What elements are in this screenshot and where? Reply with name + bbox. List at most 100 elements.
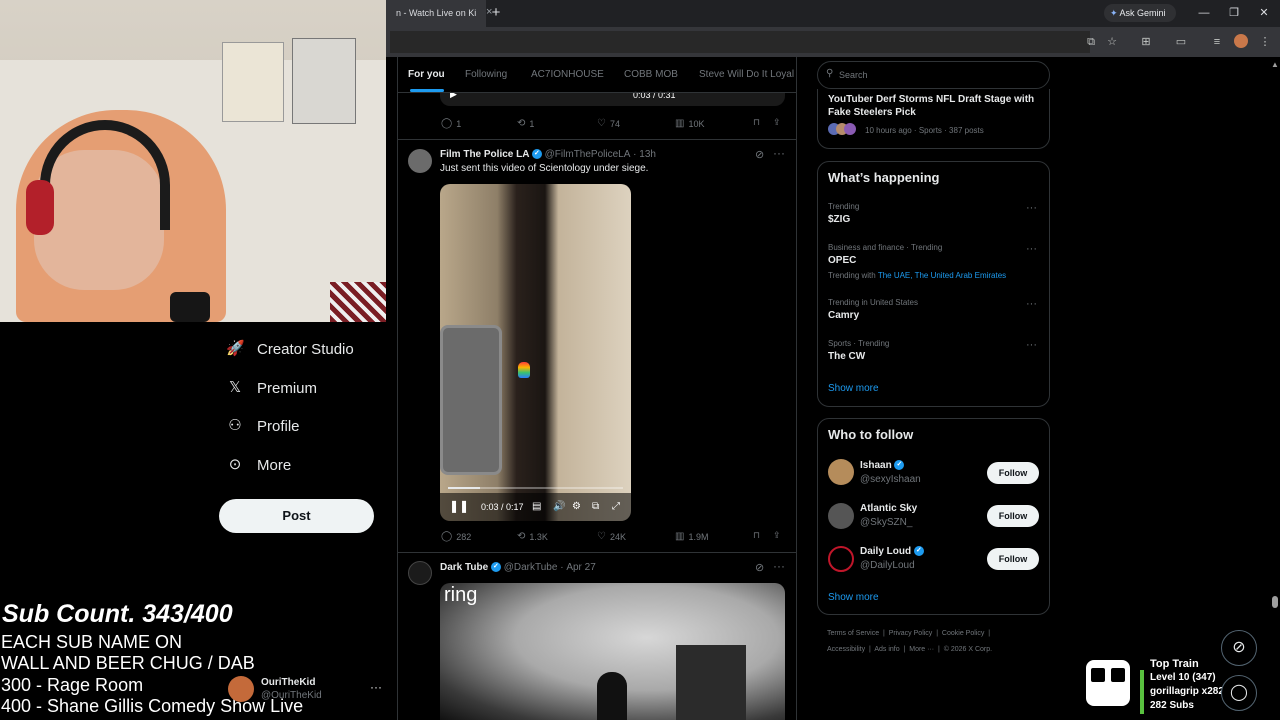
footer-link[interactable]: Cookie Policy <box>942 630 984 637</box>
restore-button[interactable]: ❐ <box>1224 4 1244 22</box>
repost-button[interactable]: ⟲ 1 <box>517 118 534 129</box>
hand-cursor-icon <box>518 362 530 378</box>
trends-show-more[interactable]: Show more <box>828 383 879 394</box>
share-icon[interactable]: ⇪ <box>773 530 781 541</box>
trend-more-icon[interactable]: ··· <box>1026 339 1037 351</box>
bookmark-icon[interactable]: ⊓ <box>753 117 760 128</box>
address-bar[interactable] <box>390 31 1090 53</box>
reply-button[interactable]: ◯ 1 <box>441 118 461 129</box>
scroll-up-arrow-icon[interactable]: ▲ <box>1271 60 1279 69</box>
top-train-user: gorillagrip x282 <box>1150 686 1224 697</box>
news-title[interactable]: YouTuber Derf Storms NFL Draft Stage wit… <box>828 93 1038 119</box>
trend-name[interactable]: Camry <box>828 310 859 321</box>
grok-icon[interactable]: ⊘ <box>755 148 764 161</box>
follow-avatar[interactable] <box>828 459 854 485</box>
minimize-button[interactable]: — <box>1194 4 1214 22</box>
account-avatar[interactable] <box>228 676 254 702</box>
nav-creator-studio[interactable]: 🚀 Creator Studio <box>226 335 354 363</box>
tab-following[interactable]: Following <box>465 69 507 80</box>
repost-button[interactable]: ⟲ 1.3K <box>517 531 548 542</box>
footer-link[interactable]: Terms of Service <box>827 630 879 637</box>
trend-more-icon[interactable]: ··· <box>1026 202 1037 214</box>
follow-button[interactable]: Follow <box>987 548 1039 570</box>
share-icon[interactable]: ⇪ <box>773 117 781 128</box>
profile-avatar[interactable] <box>1234 34 1248 48</box>
like-button[interactable]: ♡ 74 <box>597 118 620 129</box>
follow-name[interactable]: Atlantic Sky <box>860 503 917 514</box>
message-icon: ◯ <box>1230 684 1248 701</box>
tab-for-you[interactable]: For you <box>408 69 445 80</box>
x-logo-icon: 𝕏 <box>228 379 242 396</box>
ask-gemini-button[interactable]: ✦ Ask Gemini <box>1104 4 1176 22</box>
views-icon: ▥ <box>675 531 685 542</box>
tweet-author[interactable]: Film The Police LA ✓ @FilmThePoliceLA · … <box>440 149 656 160</box>
follow-avatar[interactable] <box>828 503 854 529</box>
tab-list[interactable]: Steve Will Do It Loyal <box>699 69 796 80</box>
scrollbar-thumb[interactable] <box>1272 596 1278 608</box>
volume-icon[interactable]: 🔊 <box>553 501 565 512</box>
nav-premium[interactable]: 𝕏 Premium <box>226 374 317 402</box>
fullscreen-icon[interactable]: ⤢ <box>612 501 620 512</box>
bookmark-icon[interactable]: ⊓ <box>753 530 760 541</box>
bookmark-star-icon[interactable]: ☆ <box>1103 33 1121 51</box>
close-window-button[interactable]: ✕ <box>1254 4 1274 22</box>
tweet-author[interactable]: Dark Tube ✓ @DarkTube · Apr 27 <box>440 562 596 573</box>
cast-icon[interactable]: ⧉ <box>1082 33 1100 51</box>
footer-link[interactable]: Ads info <box>874 646 899 653</box>
views-button[interactable]: ▥ 1.9M <box>675 531 708 542</box>
trend-name[interactable]: $ZIG <box>828 214 850 225</box>
messages-floating-button[interactable]: ◯ <box>1221 675 1257 711</box>
new-tab-button[interactable]: + <box>488 4 504 22</box>
nav-profile[interactable]: ⚇ Profile <box>226 412 299 440</box>
video-phone-shape <box>440 325 502 475</box>
grok-floating-button[interactable]: ⊘ <box>1221 630 1257 666</box>
page-scrollbar[interactable] <box>1270 57 1280 720</box>
webcam-microphone <box>170 292 210 322</box>
post-button[interactable]: Post <box>219 499 374 533</box>
sidepanel-icon[interactable]: ▭ <box>1172 33 1190 51</box>
sub-goal-line: 400 - Shane Gillis Comedy Show Live <box>1 696 304 716</box>
captions-icon[interactable]: ▤ <box>532 501 541 512</box>
views-button[interactable]: ▥ 10K <box>675 118 704 129</box>
follow-name[interactable]: Daily Loud ✓ <box>860 546 924 557</box>
footer-link[interactable]: Accessibility <box>827 646 865 653</box>
browser-menu-icon[interactable]: ⋮ <box>1256 33 1274 51</box>
author-name: Film The Police LA <box>440 149 530 160</box>
browser-tab[interactable]: n - Watch Live on Ki <box>386 0 486 27</box>
trend-more-icon[interactable]: ··· <box>1026 298 1037 310</box>
settings-icon[interactable]: ⚙ <box>572 501 581 512</box>
top-train-level: Level 10 (347) <box>1150 672 1216 683</box>
tab-list[interactable]: COBB MOB <box>624 69 678 80</box>
trend-name[interactable]: The CW <box>828 351 865 362</box>
trend-name[interactable]: OPEC <box>828 255 856 266</box>
reply-button[interactable]: ◯ 282 <box>441 531 471 542</box>
follow-name[interactable]: Ishaan ✓ <box>860 460 905 471</box>
trend-more-icon[interactable]: ··· <box>1026 243 1037 255</box>
account-name[interactable]: OuriTheKid <box>261 677 315 688</box>
webcam-poster <box>292 38 356 124</box>
previous-tweet-video[interactable] <box>440 93 785 106</box>
like-button[interactable]: ♡ 24K <box>597 531 626 542</box>
pause-icon[interactable]: ❚❚ <box>449 499 469 513</box>
tweet-more-icon[interactable]: ··· <box>773 559 785 573</box>
follow-button[interactable]: Follow <box>987 505 1039 527</box>
pip-icon[interactable]: ⧉ <box>592 501 599 512</box>
footer-link[interactable]: More ··· <box>909 646 934 653</box>
footer-link[interactable]: Privacy Policy <box>889 630 933 637</box>
follow-avatar[interactable] <box>828 546 854 572</box>
follow-show-more[interactable]: Show more <box>828 592 879 603</box>
repost-icon: ⟲ <box>517 118 526 129</box>
tweet-avatar[interactable] <box>408 149 432 173</box>
account-more-icon[interactable]: ··· <box>370 680 382 694</box>
trend-context: Business and finance · Trending <box>828 243 943 252</box>
tab-list[interactable]: AC7IONHOUSE <box>531 69 604 80</box>
follow-handle: @DailyLoud <box>860 560 915 571</box>
nav-more[interactable]: ⊙ More <box>226 451 291 479</box>
follow-button[interactable]: Follow <box>987 462 1039 484</box>
tweet-more-icon[interactable]: ··· <box>773 146 785 160</box>
extensions-icon[interactable]: ⊞ <box>1137 33 1155 51</box>
trend-extra-link[interactable]: The UAE, The United Arab Emirates <box>878 271 1006 280</box>
reading-list-icon[interactable]: ≡ <box>1208 33 1226 51</box>
grok-icon[interactable]: ⊘ <box>755 561 764 574</box>
tweet-avatar[interactable] <box>408 561 432 585</box>
